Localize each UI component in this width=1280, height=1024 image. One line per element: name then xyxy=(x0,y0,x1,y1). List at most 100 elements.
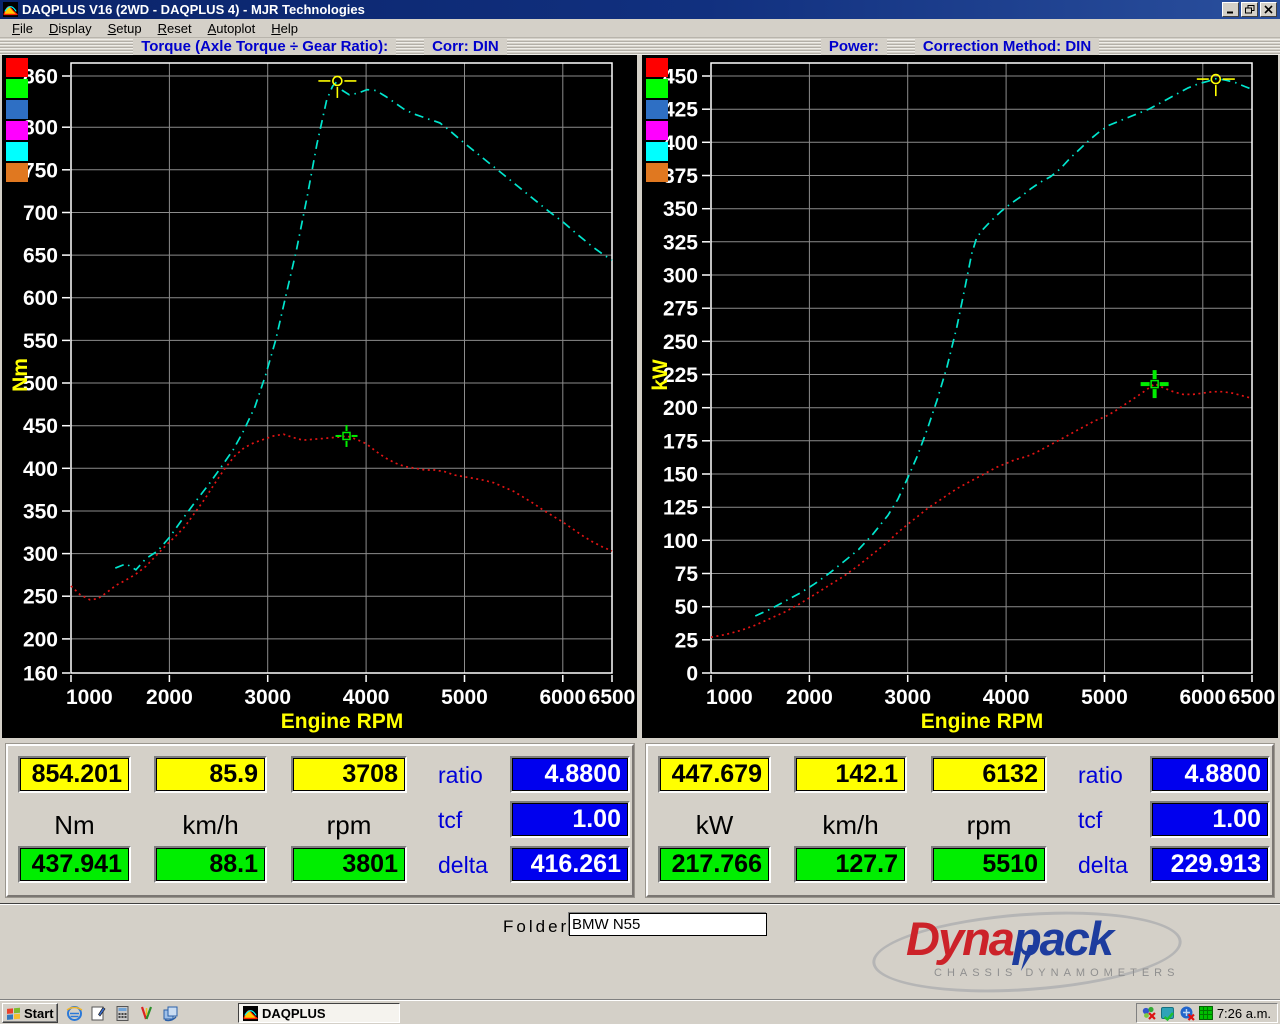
power-tcf-value: 1.00 xyxy=(1150,801,1270,838)
daqplus-app-icon xyxy=(243,1006,258,1021)
svg-text:325: 325 xyxy=(663,231,698,254)
power-correction-label: Correction Method: DIN xyxy=(915,39,1099,55)
torque-cursor-speed: 88.1 xyxy=(154,846,267,883)
minimize-button[interactable] xyxy=(1222,2,1239,17)
svg-text:1000: 1000 xyxy=(66,686,113,709)
svg-text:450: 450 xyxy=(663,66,698,89)
svg-text:550: 550 xyxy=(23,330,58,353)
svg-text:5000: 5000 xyxy=(441,686,488,709)
calculator-icon[interactable] xyxy=(114,1005,131,1022)
svg-text:6500: 6500 xyxy=(1229,686,1276,709)
peak-marker xyxy=(318,76,356,98)
power-chart-title: Power: xyxy=(821,39,887,55)
torque-cursor-rpm: 3801 xyxy=(291,846,407,883)
speed-unit-label: km/h xyxy=(154,810,267,840)
taskbar-clock[interactable]: 7:26 a.m. xyxy=(1217,1006,1271,1021)
antivirus-ok-icon[interactable] xyxy=(1160,1005,1176,1021)
svg-text:800: 800 xyxy=(23,117,58,140)
svg-text:200: 200 xyxy=(23,628,58,651)
power-delta-value: 229.913 xyxy=(1150,846,1270,883)
svg-text:450: 450 xyxy=(23,415,58,438)
charts-area: Nm 1602002503003504004505005506006507007… xyxy=(0,55,1280,738)
svg-text:0: 0 xyxy=(686,663,698,686)
svg-text:2000: 2000 xyxy=(786,686,833,709)
internet-explorer-icon[interactable] xyxy=(66,1005,83,1022)
torque-chart[interactable]: 1602002503003504004505005506006507007508… xyxy=(2,55,637,738)
network-error-icon[interactable] xyxy=(1179,1005,1195,1021)
rpm-unit-label: rpm xyxy=(931,810,1047,840)
x-axis-ticks: 1000200030004000500060006500 xyxy=(706,675,1275,709)
power-curve-run1 xyxy=(755,79,1252,616)
launch-windows-icon[interactable] xyxy=(162,1005,179,1022)
svg-text:400: 400 xyxy=(23,458,58,481)
torque-curve-run2 xyxy=(71,434,612,600)
power-unit-label: kW xyxy=(658,810,771,840)
svg-text:650: 650 xyxy=(23,245,58,268)
legend-swatch-magenta xyxy=(646,121,668,140)
paint-pens-icon[interactable] xyxy=(138,1005,155,1022)
start-label: Start xyxy=(24,1006,54,1021)
legend-swatch-orange xyxy=(6,163,28,182)
activity-grid-icon[interactable] xyxy=(1198,1005,1214,1021)
svg-text:3000: 3000 xyxy=(884,686,931,709)
svg-text:250: 250 xyxy=(663,331,698,354)
torque-peak-value: 854.201 xyxy=(18,756,131,793)
torque-unit-label: Nm xyxy=(18,810,131,840)
x-axis-label: Engine RPM xyxy=(281,710,404,733)
start-button[interactable]: Start xyxy=(2,1003,58,1023)
legend-swatch-magenta xyxy=(6,121,28,140)
bottom-section: Folder Dynapack CHASSIS DYNAMOMETERS xyxy=(0,903,1280,999)
torque-curve-run1 xyxy=(115,81,612,570)
power-cursor-speed: 127.7 xyxy=(794,846,907,883)
legend-swatch-cyan xyxy=(646,142,668,161)
tcf-label: tcf xyxy=(438,807,462,834)
svg-text:75: 75 xyxy=(675,563,699,586)
torque-peak-rpm: 3708 xyxy=(291,756,407,793)
gridlines xyxy=(711,63,1252,673)
folder-label: Folder xyxy=(503,917,569,937)
run-color-legend xyxy=(6,58,28,184)
desktop-edit-icon[interactable] xyxy=(90,1005,107,1022)
restore-button[interactable] xyxy=(1241,2,1258,17)
rpm-unit-label: rpm xyxy=(291,810,407,840)
menu-item-reset[interactable]: Reset xyxy=(150,19,200,38)
legend-swatch-cyan xyxy=(6,142,28,161)
power-readout-panel: 447.679 142.1 6132 kW km/h rpm 217.766 1… xyxy=(646,744,1274,897)
legend-swatch-red xyxy=(6,58,28,77)
torque-chart-panel: Nm 1602002503003504004505005506006507007… xyxy=(2,55,637,738)
svg-text:200: 200 xyxy=(663,397,698,420)
svg-text:3000: 3000 xyxy=(244,686,291,709)
svg-text:425: 425 xyxy=(663,99,698,122)
taskbar-daqplus-button[interactable]: DAQPLUS xyxy=(238,1003,400,1023)
svg-text:700: 700 xyxy=(23,202,58,225)
svg-text:4000: 4000 xyxy=(343,686,390,709)
folder-input[interactable] xyxy=(569,913,767,936)
legend-swatch-blue xyxy=(646,100,668,119)
power-peak-value: 447.679 xyxy=(658,756,771,793)
close-icon[interactable] xyxy=(1260,2,1277,17)
menu-item-file[interactable]: File xyxy=(4,19,41,38)
power-chart[interactable]: 0255075100125150175200225250275300325350… xyxy=(642,55,1278,738)
menu-item-help[interactable]: Help xyxy=(263,19,306,38)
ratio-label: ratio xyxy=(1078,762,1123,789)
svg-text:300: 300 xyxy=(663,265,698,288)
legend-swatch-green xyxy=(6,79,28,98)
svg-text:300: 300 xyxy=(23,543,58,566)
menu-item-autoplot[interactable]: Autoplot xyxy=(200,19,264,38)
system-tray: 7:26 a.m. xyxy=(1136,1003,1278,1023)
hardware-error-icon[interactable] xyxy=(1141,1005,1157,1021)
power-chart-panel: kW 0255075100125150175200225250275300325… xyxy=(642,55,1278,738)
torque-cursor-value: 437.941 xyxy=(18,846,131,883)
logo-wordmark: Dynapack xyxy=(906,911,1112,966)
speed-unit-label: km/h xyxy=(794,810,907,840)
svg-text:175: 175 xyxy=(663,430,698,453)
quick-launch-bar xyxy=(66,1003,179,1023)
svg-text:250: 250 xyxy=(23,586,58,609)
chart-header-strip: Torque (Axle Torque ÷ Gear Ratio): Corr:… xyxy=(0,39,1280,55)
title-bar: DAQPLUS V16 (2WD - DAQPLUS 4) - MJR Tech… xyxy=(0,0,1280,19)
svg-text:150: 150 xyxy=(663,464,698,487)
torque-y-axis-unit: Nm xyxy=(9,353,29,397)
dynapack-logo: Dynapack CHASSIS DYNAMOMETERS xyxy=(872,909,1184,997)
menu-item-setup[interactable]: Setup xyxy=(100,19,150,38)
menu-item-display[interactable]: Display xyxy=(41,19,100,38)
